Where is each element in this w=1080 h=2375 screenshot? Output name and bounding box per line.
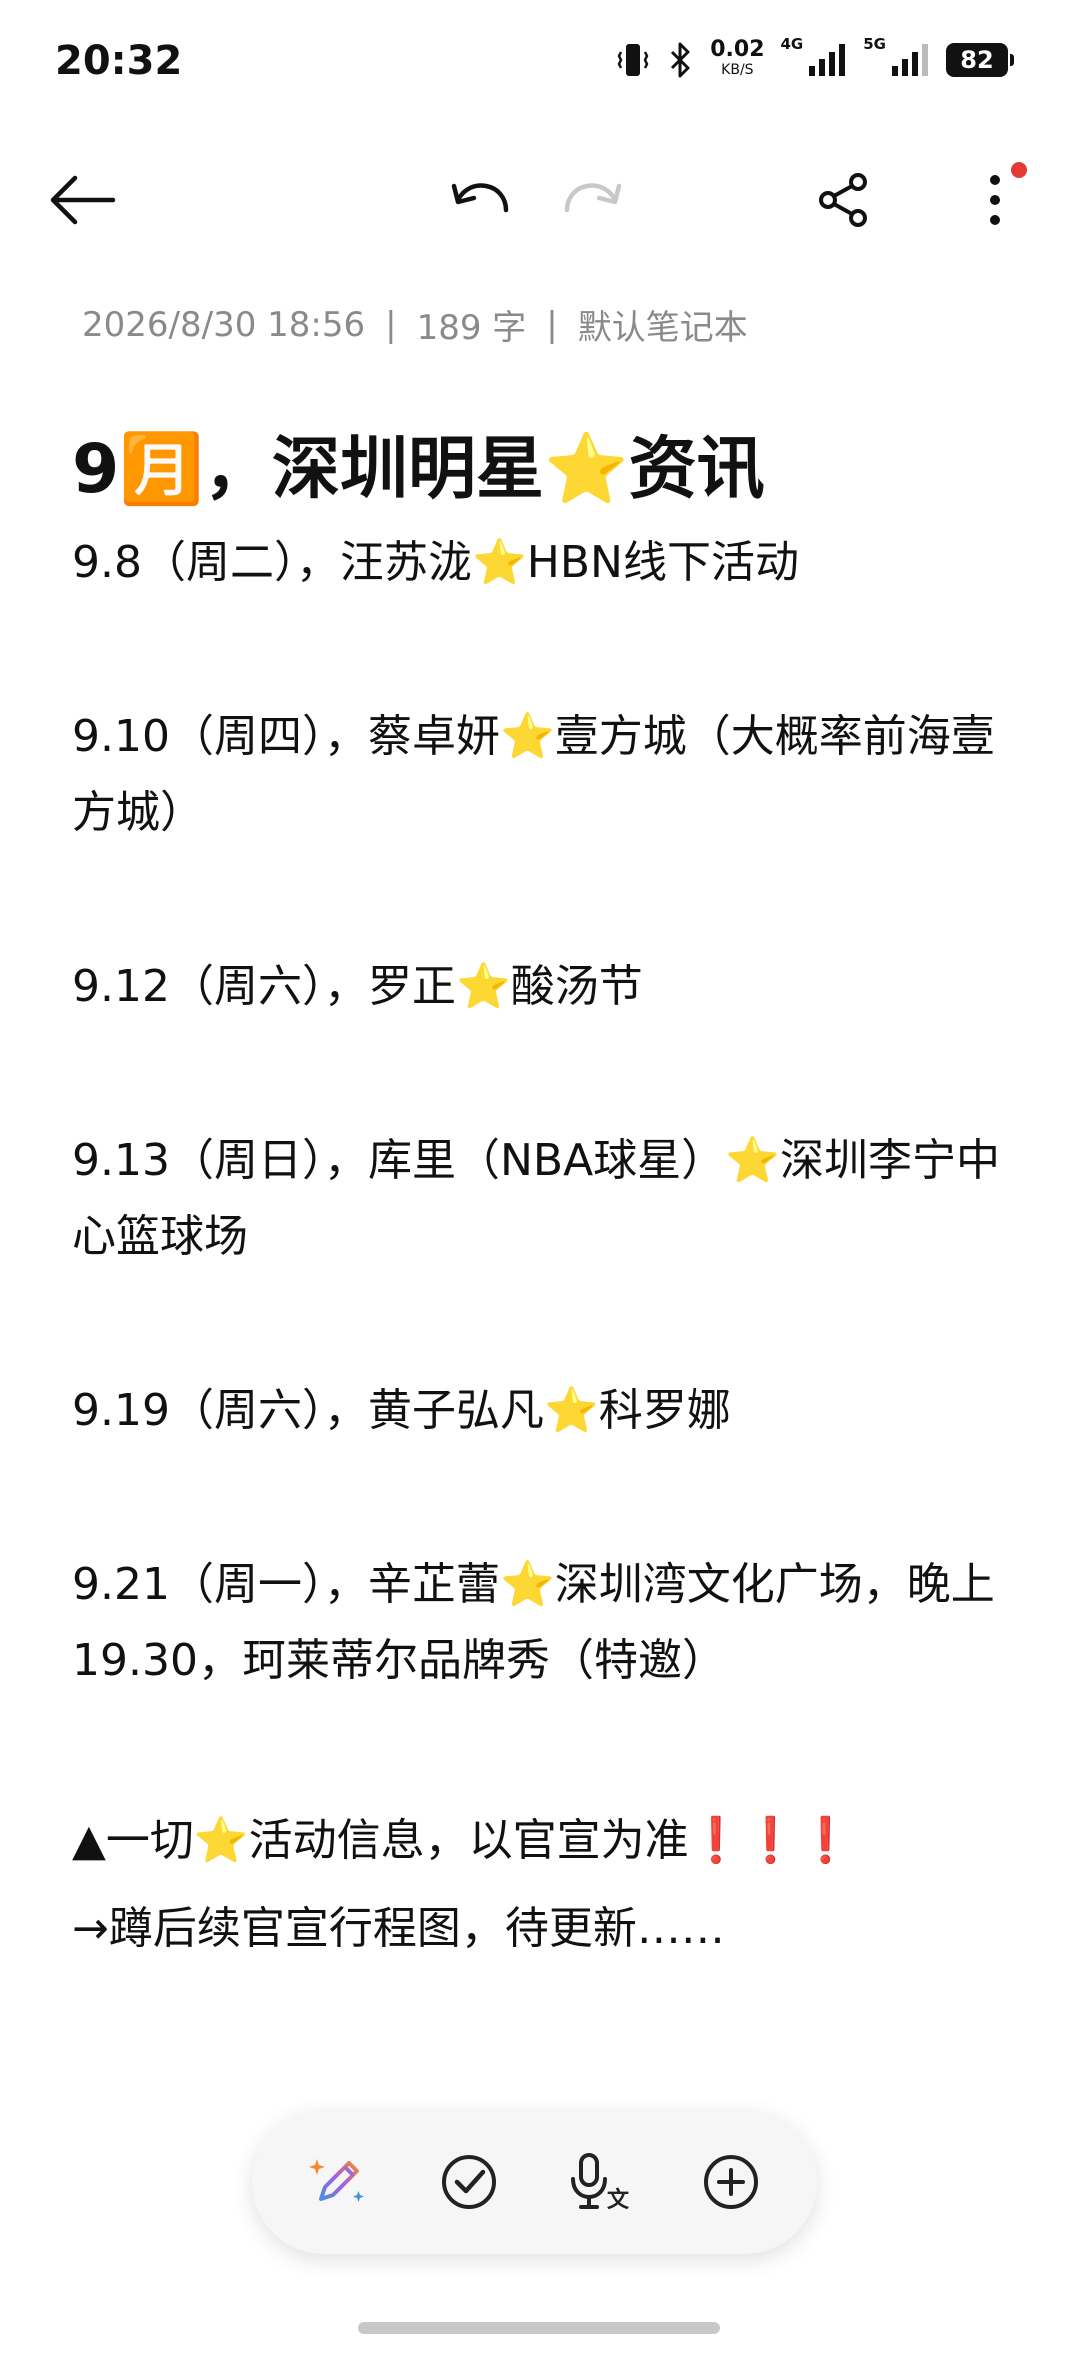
- net-speed-value: 0.02: [710, 37, 765, 62]
- check-circle-icon: [441, 2155, 496, 2209]
- status-bar: 20:32 0.02 KB/S 4G 5G 82: [0, 0, 1080, 130]
- status-icons: 0.02 KB/S 4G 5G 82: [616, 35, 1014, 80]
- back-button[interactable]: [42, 160, 122, 240]
- notification-dot: [1011, 162, 1027, 178]
- battery-level: 82: [960, 46, 994, 74]
- svg-text:文: 文: [607, 2187, 630, 2213]
- share-button[interactable]: [804, 160, 884, 240]
- more-vertical-icon: [990, 175, 1000, 225]
- home-indicator[interactable]: [358, 2322, 720, 2334]
- note-meta: 2026/8/30 18:56 | 189 字 | 默认笔记本: [82, 300, 748, 349]
- share-icon: [819, 173, 867, 227]
- voice-to-text-icon: 文: [571, 2153, 630, 2213]
- notebook-name[interactable]: 默认笔记本: [578, 300, 748, 349]
- note-line[interactable]: 9.12（周六），罗正⭐酸汤节: [72, 949, 1012, 1025]
- checklist-button[interactable]: [424, 2137, 514, 2227]
- more-options-button[interactable]: [955, 160, 1035, 240]
- note-toolbar: [0, 150, 1080, 250]
- net-speed: 0.02 KB/S: [710, 37, 765, 80]
- note-line[interactable]: 9.10（周四），蔡卓妍⭐壹方城（大概率前海壹方城）: [72, 699, 1012, 851]
- cell-signal-icon-1: [807, 42, 847, 78]
- meta-separator: |: [546, 304, 558, 345]
- vibrate-icon: [616, 40, 650, 80]
- note-date: 2026/8/30 18:56: [82, 304, 366, 345]
- status-time: 20:32: [55, 38, 183, 84]
- ai-pen-icon: [308, 2159, 364, 2202]
- signal-type-label-2: 5G: [863, 35, 886, 53]
- note-line[interactable]: 9.21（周一），辛芷蕾⭐深圳湾文化广场，晚上19.30，珂莱蒂尔品牌秀（特邀）: [72, 1547, 1012, 1699]
- note-line[interactable]: 9.13（周日），库里（NBA球星）⭐深圳李宁中心篮球场: [72, 1123, 1012, 1275]
- redo-button[interactable]: [553, 160, 633, 240]
- bluetooth-icon: [666, 40, 694, 80]
- note-line[interactable]: ▲一切⭐活动信息，以官宣为准❗❗❗: [72, 1797, 1012, 1885]
- cell-signal-icon-2: [890, 42, 930, 78]
- add-button[interactable]: [686, 2137, 776, 2227]
- bottom-action-bar: 文: [252, 2110, 817, 2254]
- redo-icon: [564, 183, 622, 213]
- note-line[interactable]: →蹲后续官宣行程图，待更新……: [72, 1885, 1012, 1973]
- undo-button[interactable]: [440, 160, 520, 240]
- undo-icon: [451, 183, 509, 213]
- plus-circle-icon: [704, 2155, 759, 2209]
- signal-type-label-1: 4G: [780, 35, 804, 53]
- meta-separator: |: [385, 304, 397, 345]
- ai-write-button[interactable]: [293, 2137, 383, 2227]
- note-line[interactable]: 9.8（周二），汪苏泷⭐HBN线下活动: [72, 525, 1012, 601]
- net-speed-unit: KB/S: [721, 62, 754, 78]
- note-line[interactable]: 9.19（周六），黄子弘凡⭐科罗娜: [72, 1373, 1012, 1449]
- note-body[interactable]: 9🈷️，深圳明星⭐资讯 9.8（周二），汪苏泷⭐HBN线下活动 9.10（周四）…: [72, 425, 1012, 1973]
- note-title[interactable]: 9🈷️，深圳明星⭐资讯: [72, 425, 1012, 515]
- word-count: 189 字: [416, 308, 527, 348]
- battery-indicator: 82: [946, 43, 1014, 77]
- arrow-left-icon: [50, 175, 116, 225]
- voice-input-button[interactable]: 文: [555, 2137, 645, 2227]
